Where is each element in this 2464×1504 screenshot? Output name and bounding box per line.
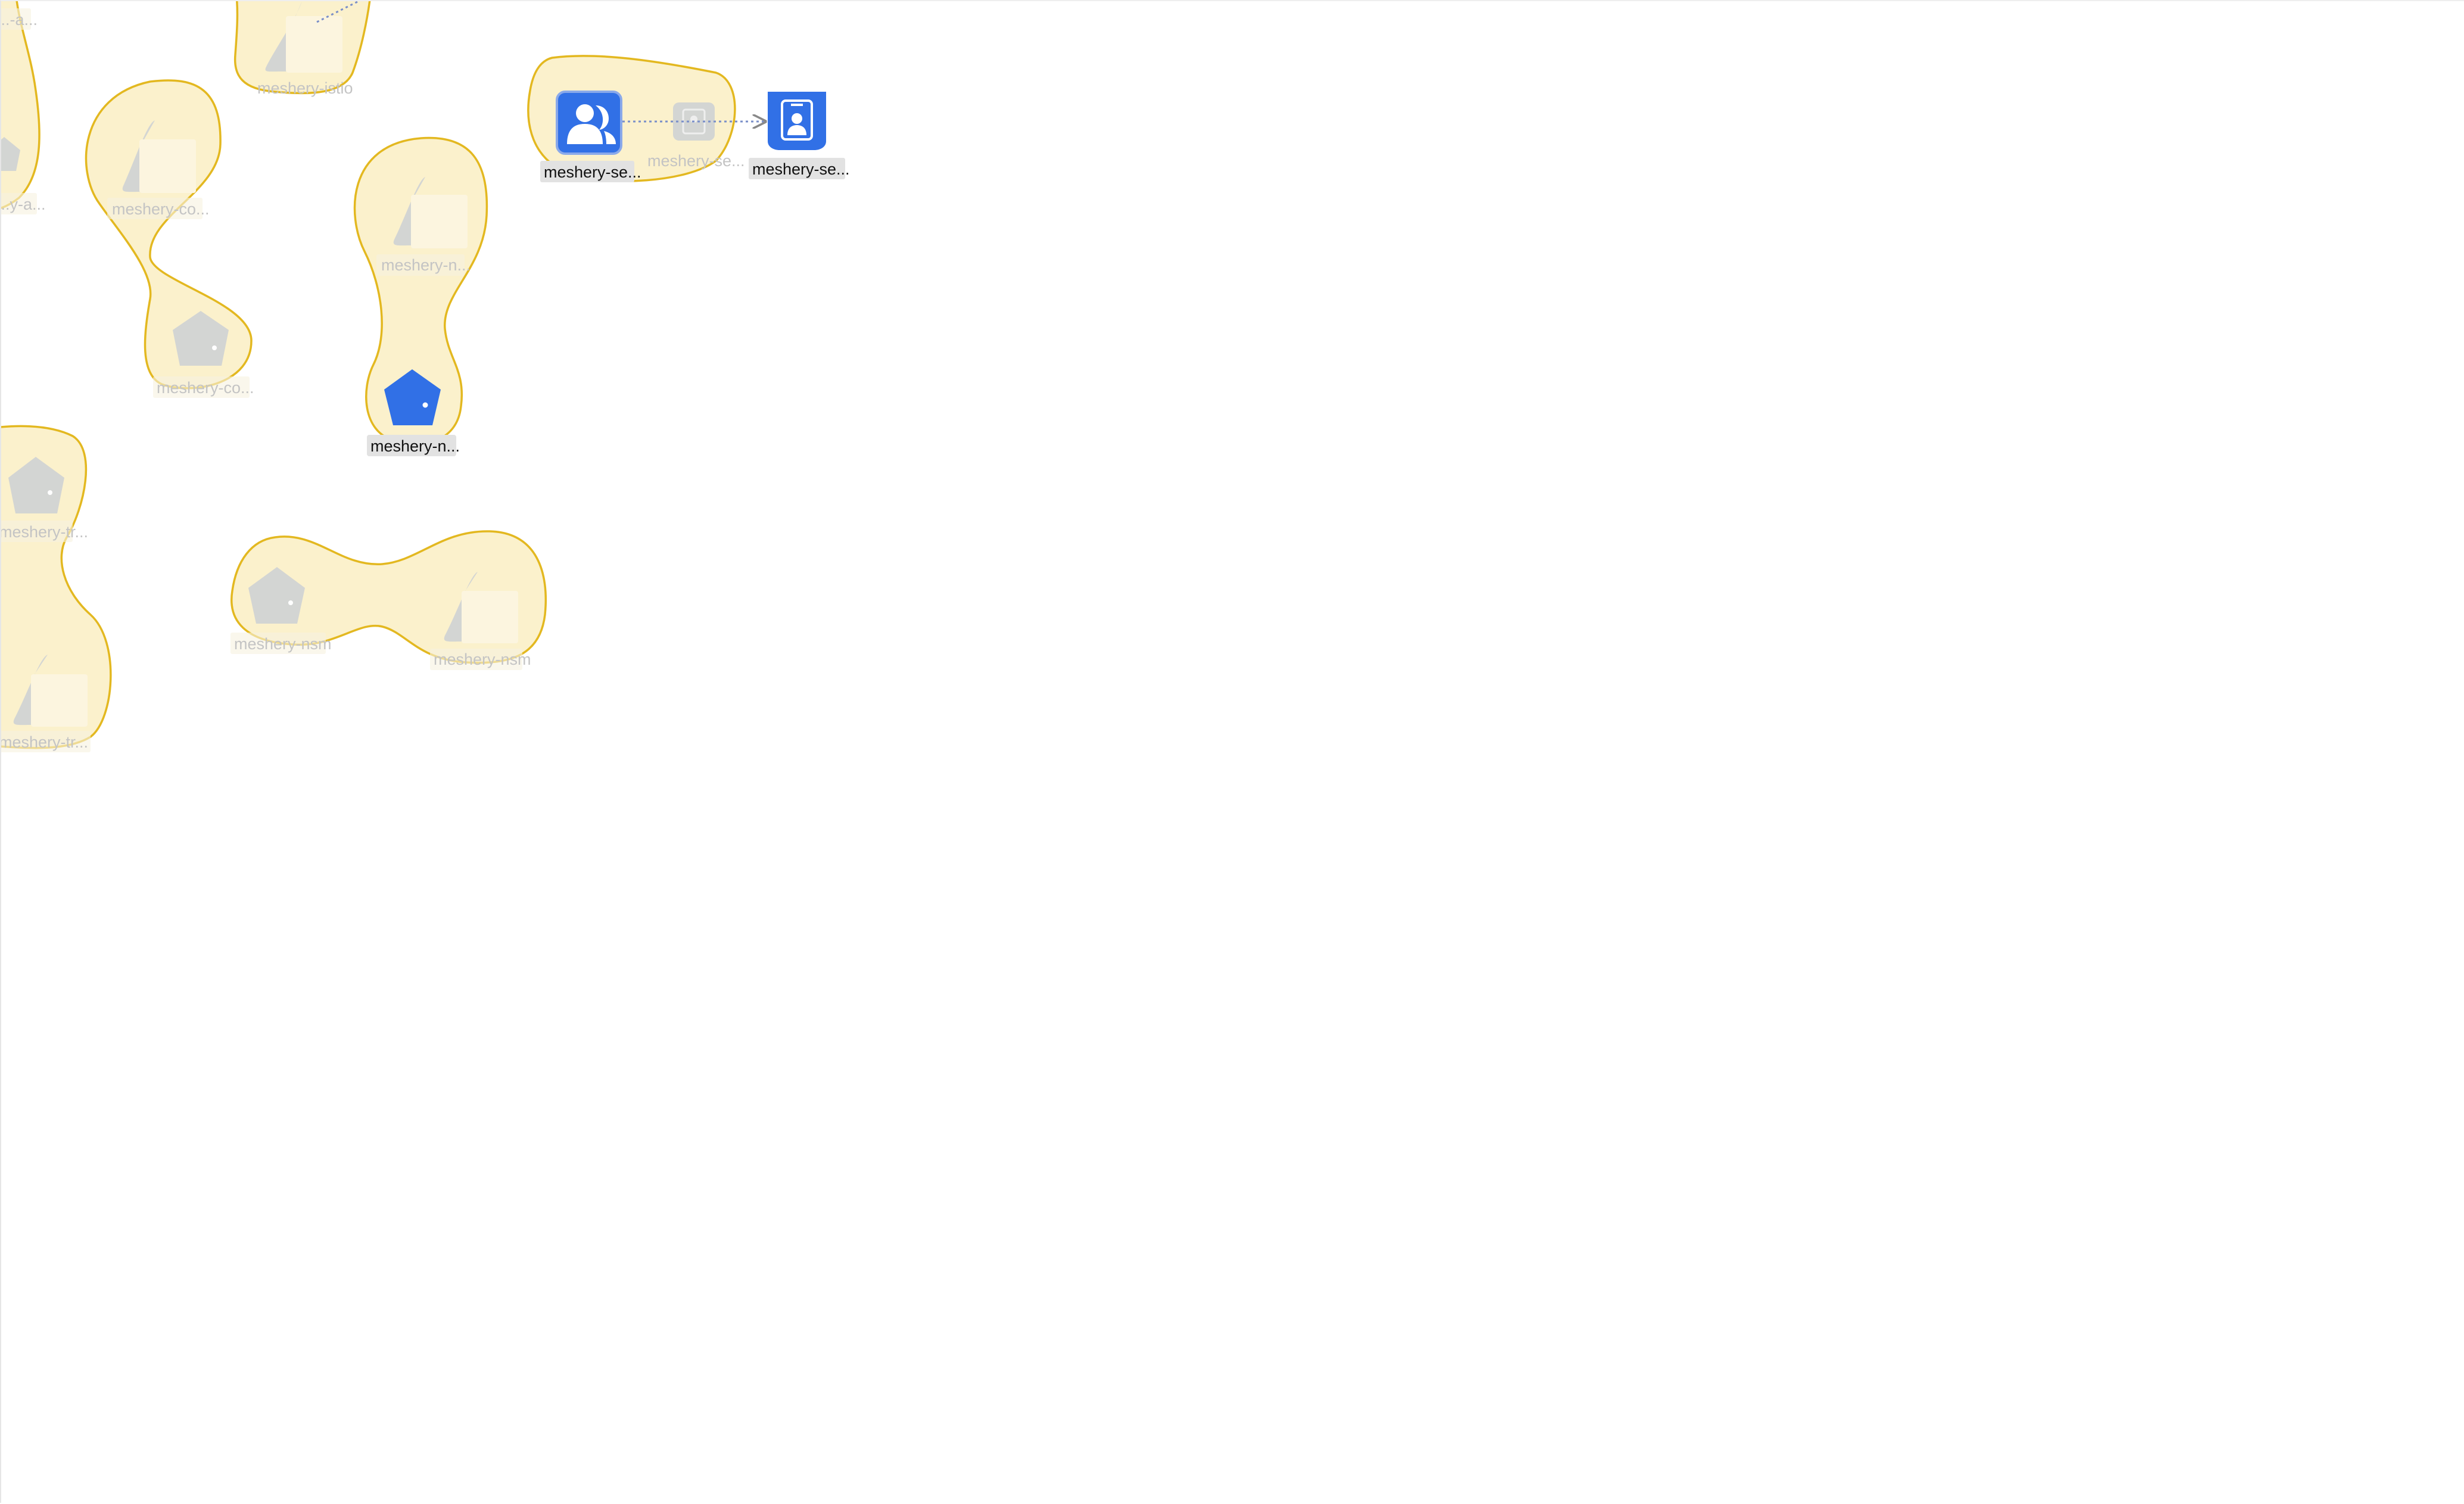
users-icon[interactable] [556, 91, 622, 155]
group-meshery-se[interactable]: meshery-se... meshery-se... [527, 55, 745, 182]
role-node[interactable]: meshery-se... [749, 92, 850, 179]
node-label: meshery-tr... [1, 733, 88, 751]
group-meshery-nsm[interactable]: meshery-nsm meshery-nsm [230, 530, 547, 670]
node-label: meshery-se... [752, 160, 850, 178]
node-label: meshery-se... [647, 152, 745, 170]
node-label: ...-a... [1, 11, 38, 29]
node-label: ...y-a... [1, 195, 46, 213]
group-meshery-co[interactable]: meshery-co... meshery-co... [85, 79, 254, 398]
node-label: meshery-nsm [234, 635, 332, 653]
group-meshery-istio[interactable]: meshery-istio [233, 1, 371, 97]
design-canvas[interactable]: ...y-a... ...-a... meshery-istio meshery… [0, 0, 2464, 1503]
node-label: meshery-co... [157, 379, 254, 397]
node-label: meshery-nsm [434, 650, 531, 668]
node-label: meshery-istio [257, 79, 353, 97]
node-label: meshery-n... [381, 256, 471, 274]
node-label: meshery-co... [112, 200, 210, 218]
node-label: meshery-se... [544, 163, 641, 181]
node-label: meshery-tr... [1, 523, 88, 541]
node-label: meshery-n... [370, 437, 460, 455]
group-meshery-n[interactable]: meshery-n... meshery-n... [353, 136, 488, 456]
group-meshery-tr[interactable]: meshery-tr... meshery-tr... [1, 425, 112, 752]
group-meshery-a[interactable]: ...y-a... ...-a... [1, 1, 46, 214]
diagram-svg[interactable]: ...y-a... ...-a... meshery-istio meshery… [1, 1, 2464, 1504]
